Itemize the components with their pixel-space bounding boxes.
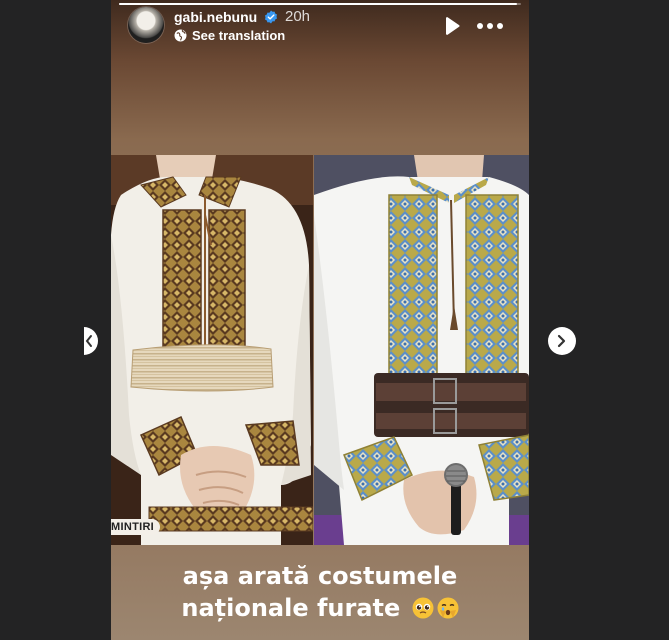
chevron-right-icon bbox=[557, 334, 566, 348]
see-translation-label: See translation bbox=[192, 28, 286, 43]
play-icon[interactable] bbox=[440, 14, 464, 38]
next-story-button[interactable] bbox=[548, 327, 576, 355]
username[interactable]: gabi.nebunu bbox=[174, 9, 257, 25]
story-header: gabi.nebunu 20h See translation bbox=[128, 7, 519, 45]
costume-left-illustration bbox=[111, 155, 313, 545]
caption-line-2-text: naționale furate bbox=[181, 594, 401, 622]
more-horizontal-icon[interactable] bbox=[476, 21, 504, 31]
pleading-face-emoji bbox=[412, 597, 434, 619]
avatar[interactable] bbox=[128, 7, 164, 43]
verified-badge-icon bbox=[265, 10, 277, 24]
story-caption: așa arată costumele naționale furate bbox=[111, 560, 529, 624]
costume-photo-left: MINTIRI bbox=[111, 155, 313, 545]
globe-icon bbox=[174, 29, 187, 42]
previous-story-button[interactable] bbox=[84, 327, 98, 355]
costume-photo-right bbox=[314, 155, 529, 545]
costume-right-illustration bbox=[314, 155, 529, 545]
story-viewer[interactable]: gabi.nebunu 20h See translation MINTIRI … bbox=[111, 0, 529, 640]
story-progress-fill bbox=[119, 3, 517, 5]
caption-line-2: naționale furate bbox=[111, 592, 529, 624]
timestamp: 20h bbox=[285, 8, 311, 25]
chevron-left-icon bbox=[85, 335, 92, 347]
badge-text: MINTIRI bbox=[111, 521, 155, 533]
badge-label: MINTIRI bbox=[111, 519, 161, 535]
story-progress-bar bbox=[119, 3, 521, 5]
face-holding-back-tears-emoji bbox=[437, 597, 459, 619]
caption-line-1: așa arată costumele bbox=[182, 562, 458, 590]
